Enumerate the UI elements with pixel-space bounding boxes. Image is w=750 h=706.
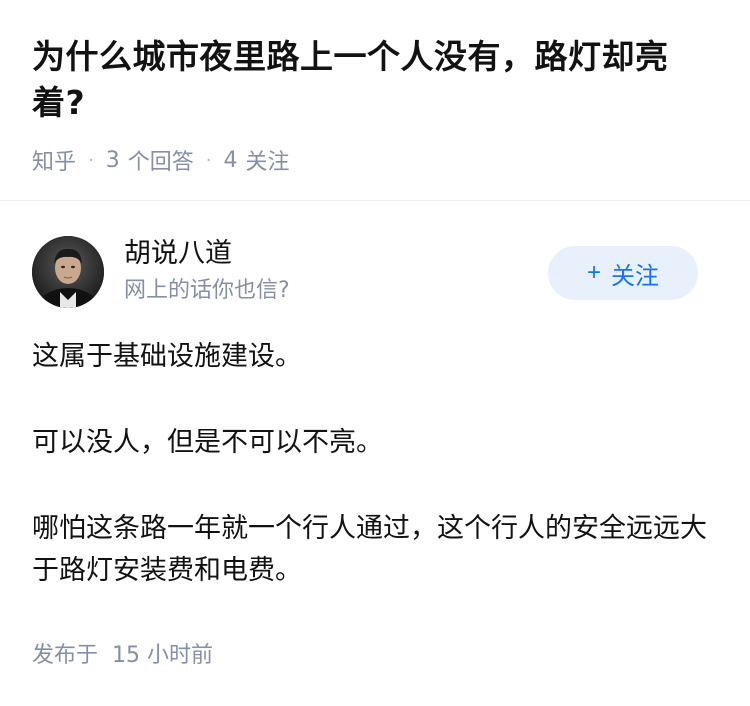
person-photo-avatar-icon	[32, 236, 104, 308]
question-title[interactable]: 为什么城市夜里路上一个人没有，路灯却亮着?	[32, 34, 718, 126]
published-unit: 小时前	[147, 643, 214, 668]
question-meta: 知乎 · 3 个回答 · 4 关注	[32, 144, 718, 176]
answer-paragraph: 哪怕这条路一年就一个行人通过，这个行人的安全远远大于路灯安装费和电费。	[32, 513, 707, 586]
published-count: 15	[112, 643, 141, 668]
publish-info: 发布于 15 小时前	[32, 637, 213, 669]
plus-icon: +	[586, 259, 601, 286]
published-label: 发布于	[32, 643, 99, 668]
meta-separator: ·	[88, 149, 94, 171]
author-bio: 网上的话你也信?	[124, 278, 290, 303]
follow-button-label: 关注	[611, 262, 659, 290]
followers-count[interactable]: 4	[224, 148, 238, 173]
follow-button[interactable]: + 关注	[548, 246, 698, 300]
author-name[interactable]: 胡说八道	[124, 236, 232, 272]
followers-label[interactable]: 关注	[246, 144, 290, 176]
source-label[interactable]: 知乎	[32, 144, 76, 176]
question-header: 为什么城市夜里路上一个人没有，路灯却亮着? 知乎 · 3 个回答 · 4 关注	[0, 0, 750, 176]
answer-paragraph: 可以没人，但是不可以不亮。	[32, 427, 383, 458]
answer-paragraph: 这属于基础设施建设。	[32, 341, 302, 372]
answer-content: 这属于基础设施建设。 可以没人，但是不可以不亮。 哪怕这条路一年就一个行人通过，…	[32, 336, 710, 636]
meta-separator: ·	[205, 149, 212, 171]
answers-label[interactable]: 个回答	[128, 144, 194, 176]
answers-count[interactable]: 3	[106, 148, 120, 173]
author-card: 胡说八道 网上的话你也信? + 关注	[32, 236, 698, 308]
section-divider	[0, 200, 750, 201]
avatar[interactable]	[32, 236, 104, 308]
